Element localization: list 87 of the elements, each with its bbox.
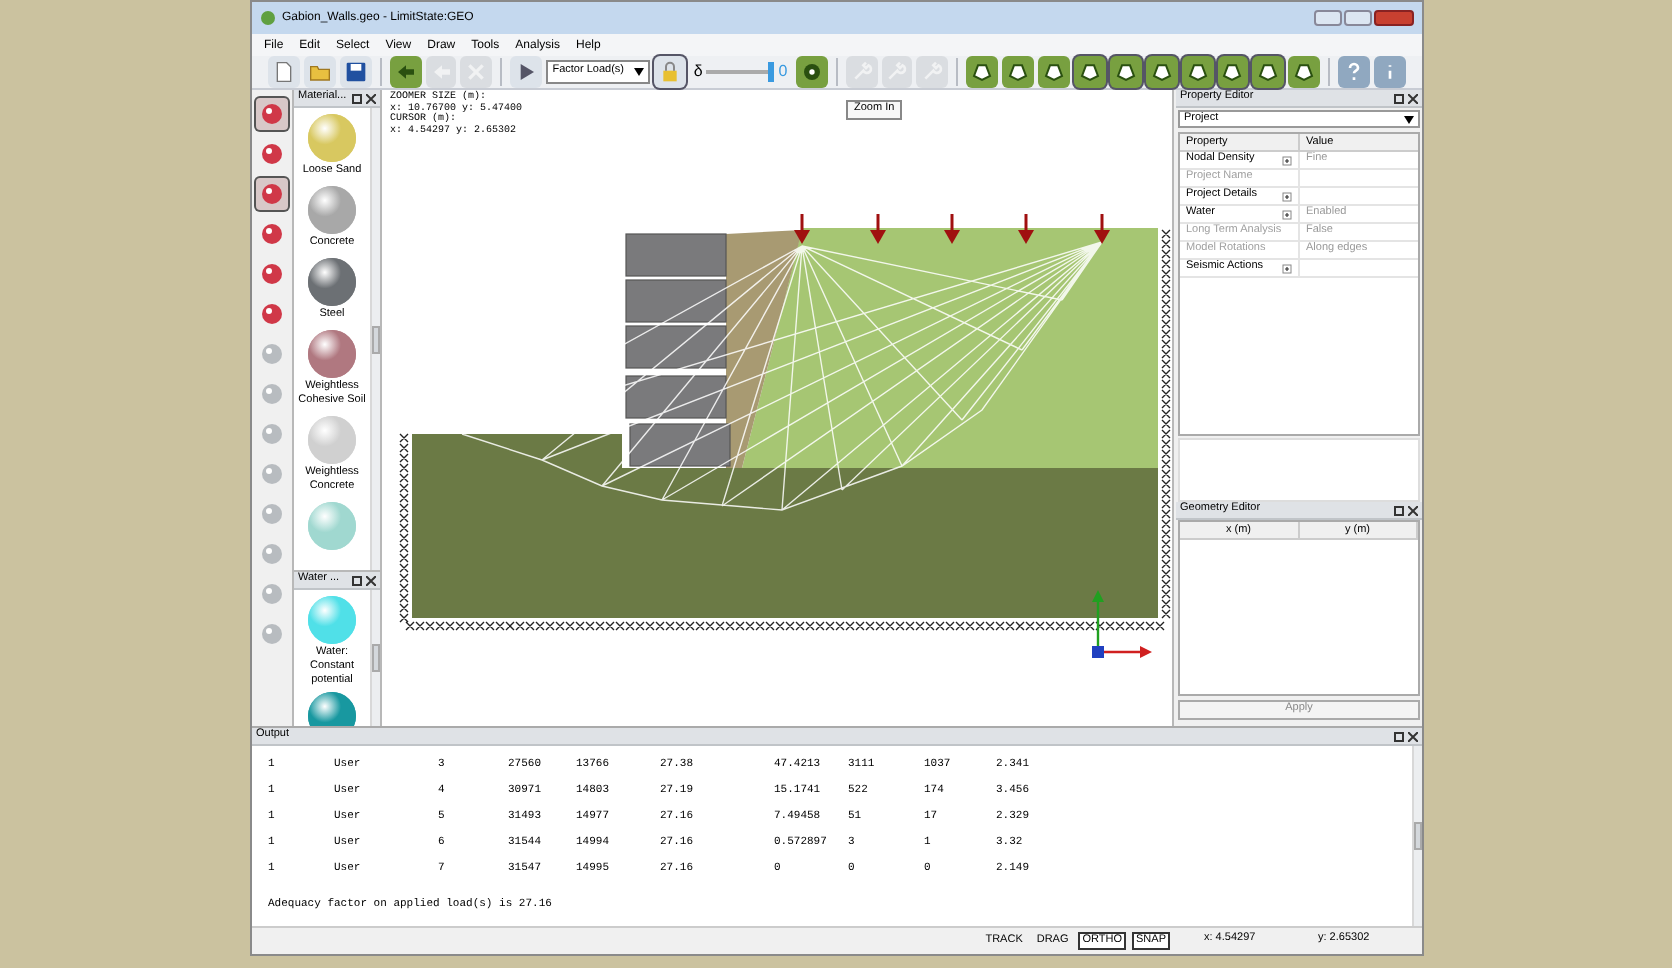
sphere-tool-icon [260, 622, 284, 646]
scroll-bar[interactable] [1412, 746, 1422, 926]
gabion-block [625, 375, 727, 419]
load-arrow [870, 214, 886, 244]
caret-icon [633, 68, 644, 76]
app-icon [260, 10, 276, 26]
scroll-bar[interactable] [370, 590, 380, 726]
sphere-tool-icon [260, 502, 284, 526]
load-arrow [794, 214, 810, 244]
shape-icon [1149, 60, 1174, 84]
gabion-block [629, 423, 731, 467]
shape-icon [1042, 60, 1066, 84]
expand-icon[interactable] [1282, 263, 1292, 273]
toolbar-button[interactable] [653, 56, 686, 88]
shape-icon [1006, 60, 1031, 84]
load-arrow [944, 214, 960, 244]
float-icon[interactable] [352, 575, 362, 585]
close-icon[interactable] [366, 575, 376, 585]
toolbar-button[interactable] [510, 56, 543, 88]
sphere-tool-icon [260, 262, 284, 286]
gabion-block [625, 325, 727, 369]
toolbar-button[interactable] [1252, 56, 1285, 88]
shape-icon [1220, 60, 1245, 84]
sphere-tool-icon [260, 382, 284, 406]
sphere-tool-icon [260, 462, 284, 486]
sphere-tool-icon [260, 422, 284, 446]
close-icon[interactable] [366, 93, 376, 103]
sidebar-tool-button[interactable] [256, 298, 288, 330]
sphere-tool-icon [260, 182, 284, 206]
sphere-tool-icon [260, 142, 284, 166]
expand-icon[interactable] [1282, 155, 1292, 165]
gabion-block [625, 233, 727, 277]
toolbar-button[interactable] [1217, 56, 1249, 88]
shape-icon [1113, 60, 1138, 84]
shape-icon [1185, 60, 1210, 84]
toolbar-button[interactable] [1145, 56, 1178, 88]
toolbar-button[interactable] [1288, 56, 1321, 88]
sidebar-tool-button[interactable] [256, 178, 288, 210]
slider-thumb[interactable] [768, 62, 775, 82]
sphere-tool-icon [260, 342, 284, 366]
sidebar-tool-button[interactable] [256, 258, 288, 290]
toolbar-button[interactable] [1073, 56, 1106, 88]
scroll-bar[interactable] [370, 108, 380, 570]
shape-icon [970, 60, 995, 84]
axis-icon [1092, 590, 1152, 658]
maximize-button[interactable] [1344, 10, 1372, 26]
toolbar-button[interactable] [1181, 56, 1214, 88]
sphere-tool-icon [260, 302, 284, 326]
toolbar-button[interactable] [1109, 56, 1142, 88]
page-icon [271, 60, 296, 84]
gabion-block [625, 279, 727, 323]
shape-icon [1292, 60, 1317, 84]
expand-icon[interactable] [1282, 191, 1292, 201]
caret-icon [1404, 115, 1414, 123]
sphere-tool-icon [260, 102, 284, 126]
toolbar-button[interactable] [1038, 56, 1070, 88]
arrow-icon [393, 60, 418, 84]
sphere-tool-icon [260, 582, 284, 606]
toolbar-button[interactable] [1002, 56, 1035, 88]
minimize-button[interactable] [1314, 10, 1342, 26]
float-icon[interactable] [352, 93, 362, 103]
sphere-tool-icon [260, 542, 284, 566]
lock-icon [657, 60, 682, 84]
load-arrow [1094, 214, 1110, 244]
toolbar-button[interactable] [389, 56, 422, 88]
toolbar-button[interactable] [966, 56, 999, 88]
toolbar-button[interactable] [795, 56, 828, 88]
float-icon[interactable] [1394, 505, 1404, 515]
close-icon[interactable] [1408, 731, 1418, 741]
sidebar-tool-button[interactable] [256, 218, 288, 250]
slider-reading: 0 [778, 64, 788, 80]
close-icon[interactable] [1408, 505, 1418, 515]
float-icon[interactable] [1394, 93, 1404, 103]
sidebar-tool-button[interactable] [256, 138, 288, 170]
shape-icon [1256, 60, 1281, 84]
toolbar-button[interactable] [268, 56, 300, 88]
shape-icon [1077, 60, 1102, 84]
gear-icon [799, 60, 824, 84]
sidebar-tool-button[interactable] [256, 98, 288, 130]
float-icon[interactable] [1394, 731, 1404, 741]
close-icon[interactable] [1408, 93, 1418, 103]
folder-icon [307, 60, 332, 84]
toolbar-button[interactable] [339, 56, 372, 88]
load-arrow [1018, 214, 1034, 244]
slider-label: δ [693, 64, 703, 80]
expand-icon[interactable] [1282, 209, 1292, 219]
sphere-tool-icon [260, 222, 284, 246]
